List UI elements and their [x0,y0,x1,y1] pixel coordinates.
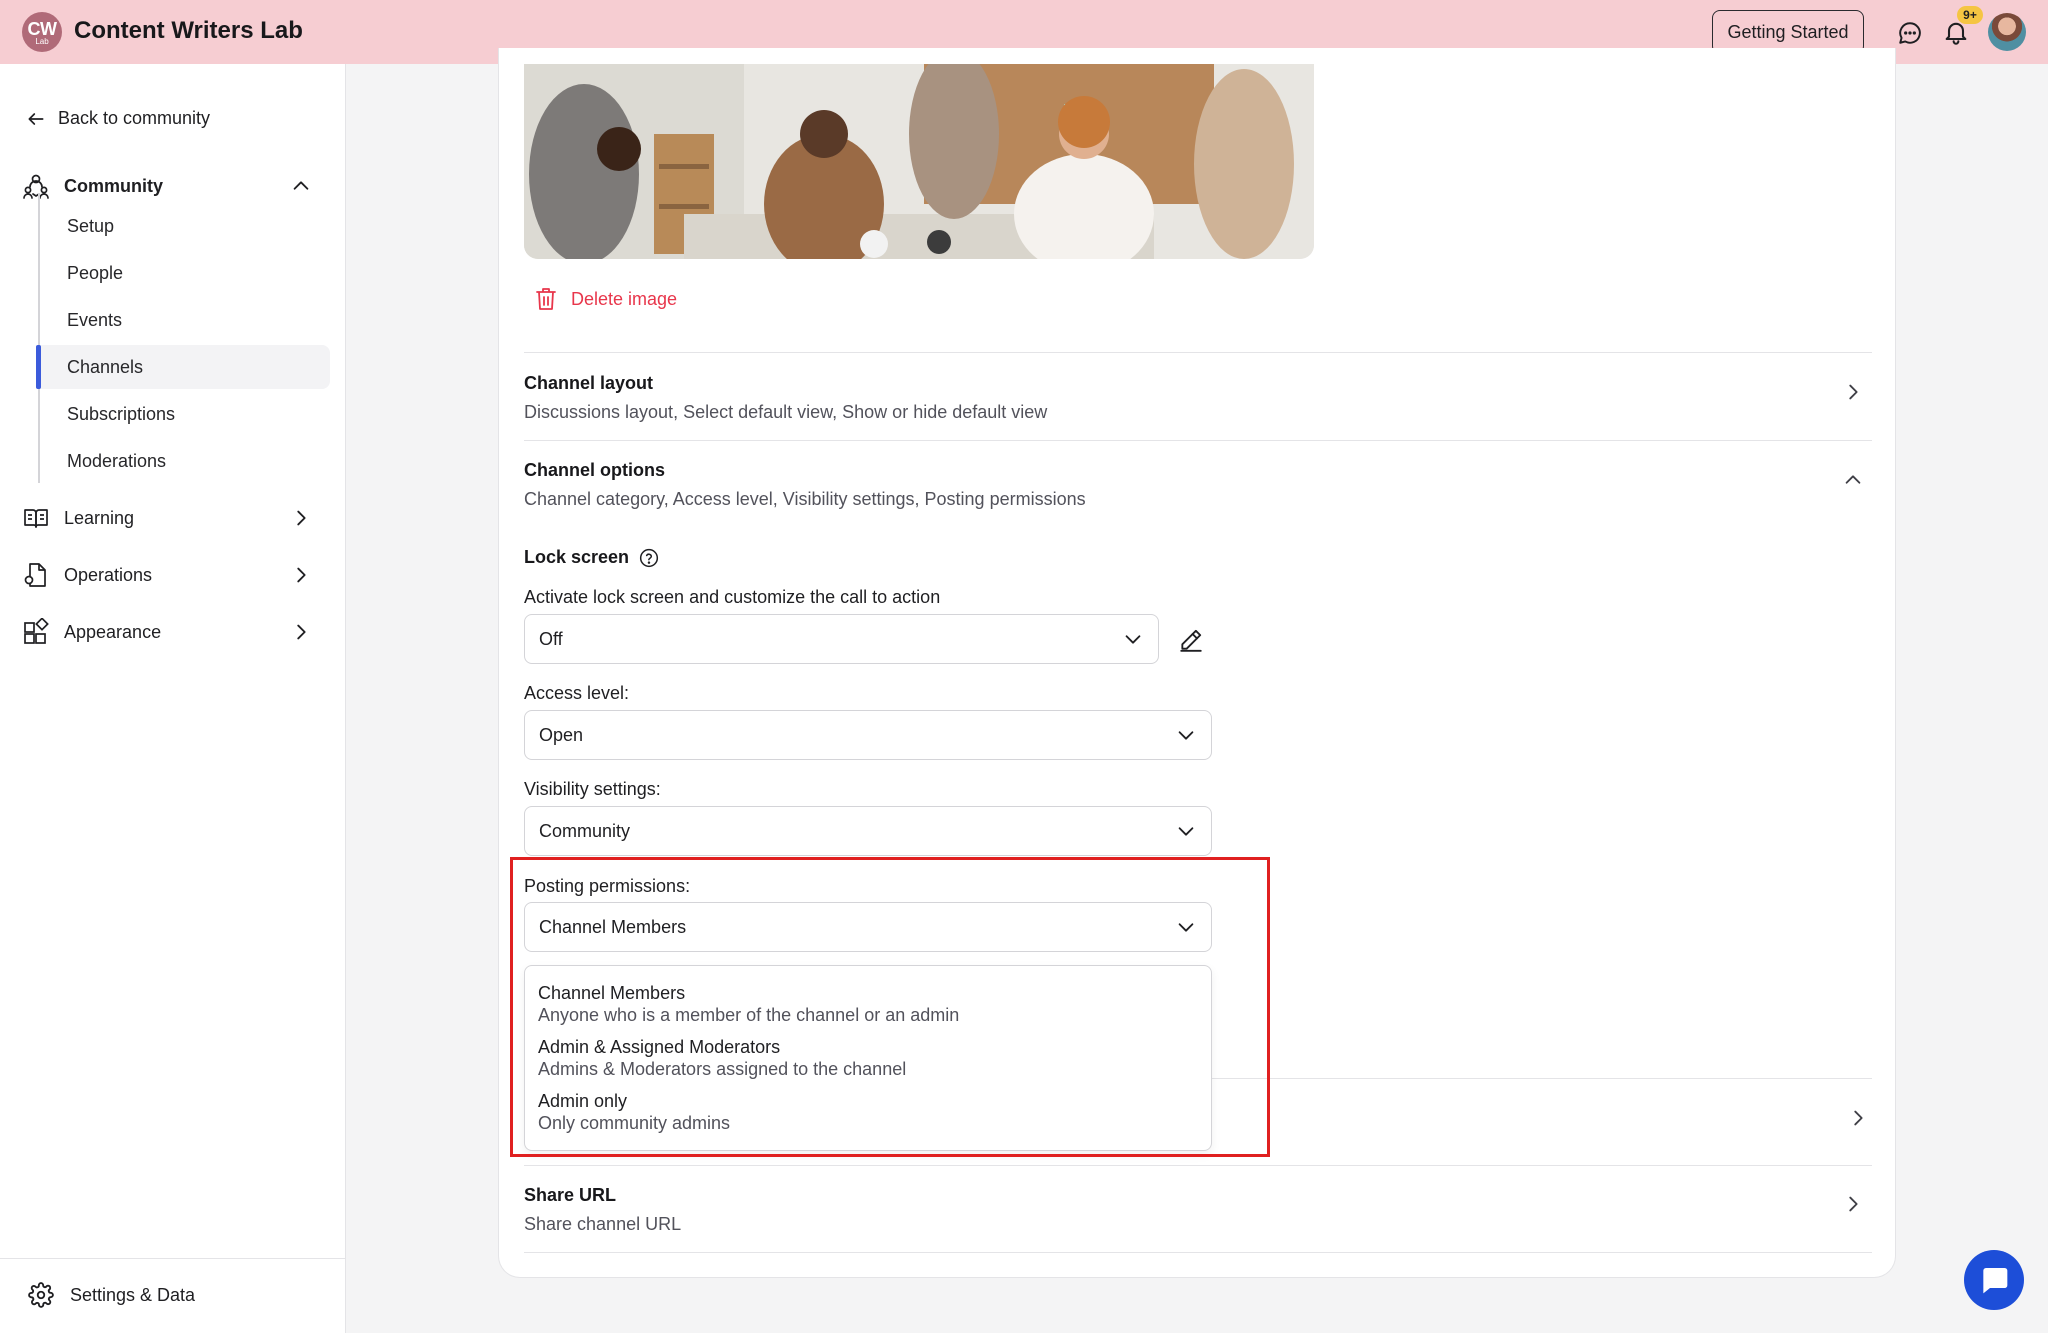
highlight-box [510,857,1270,1157]
settings-and-data-link[interactable]: Settings & Data [28,1282,195,1308]
sidebar-item-setup[interactable]: Setup [40,204,330,248]
arrow-left-icon [28,112,44,125]
section-divider [524,1252,1872,1253]
sidebar-item-operations-label: Operations [64,564,153,585]
delete-image-label: Delete image [571,288,678,309]
sidebar-item-learning[interactable]: Learning [22,500,322,536]
back-to-community-link[interactable]: Back to community [26,108,210,129]
share-url-description: Share channel URL [524,1214,682,1234]
lock-screen-select[interactable]: Off [524,614,1159,664]
grid-shapes-icon [24,618,49,644]
visibility-settings-select[interactable]: Community [524,806,1212,856]
app-logo[interactable]: CW Lab [22,12,62,52]
pencil-icon[interactable] [1178,627,1204,653]
sidebar: Back to community Community Setup People… [0,64,346,1333]
lock-screen-title: Lock screen [524,547,630,567]
share-url-title: Share URL [524,1185,617,1205]
chevron-right-icon[interactable] [290,564,312,586]
section-divider [524,352,1872,353]
chat-bubble-icon [1983,1268,2008,1294]
chevron-up-icon[interactable] [290,175,312,197]
channel-layout-section[interactable]: Channel layout Discussions layout, Selec… [524,373,1872,423]
user-avatar[interactable] [1988,13,2026,51]
sidebar-item-learning-label: Learning [64,507,135,528]
app-title[interactable]: Content Writers Lab [74,17,303,45]
document-gear-icon [24,563,46,587]
access-level-select[interactable]: Open [524,710,1212,760]
sidebar-item-appearance-label: Appearance [64,621,162,642]
chevron-down-icon [1125,635,1141,644]
access-level-label: Access level: [524,683,630,703]
lock-screen-heading: Lock screen [524,547,659,568]
back-link-label: Back to community [58,108,211,128]
settings-and-data-label: Settings & Data [70,1284,196,1305]
sidebar-item-operations[interactable]: Operations [22,557,322,593]
share-url-section[interactable]: Share URL Share channel URL [524,1185,1872,1235]
team-meeting-photo [524,64,1314,259]
channel-options-description: Channel category, Access level, Visibili… [524,489,1086,509]
sidebar-item-channels[interactable]: Channels [36,345,330,389]
help-circle-icon[interactable] [639,548,659,568]
sidebar-divider [0,1258,346,1259]
lock-screen-label: Activate lock screen and customize the c… [524,587,941,607]
chevron-right-icon [1849,384,1858,400]
chevron-up-icon [1845,475,1861,484]
sidebar-item-community-label: Community [64,175,163,196]
chevron-right-icon[interactable] [1847,1107,1869,1129]
visibility-settings-value: Community [539,820,631,841]
notification-badge: 9+ [1957,6,1983,24]
channel-cover-image [524,64,1314,259]
chevron-right-icon[interactable] [290,507,312,529]
channel-options-section[interactable]: Channel options Channel category, Access… [524,460,1872,510]
sidebar-item-subscriptions[interactable]: Subscriptions [40,392,330,436]
chevron-right-icon[interactable] [290,621,312,643]
section-divider [524,440,1872,441]
sidebar-item-events[interactable]: Events [40,298,330,342]
channel-layout-description: Discussions layout, Select default view,… [524,402,1048,422]
channel-layout-title: Channel layout [524,373,654,393]
lock-screen-value: Off [539,628,563,649]
channel-options-title: Channel options [524,460,665,480]
access-level-value: Open [539,724,584,745]
support-chat-button[interactable] [1964,1250,2024,1310]
sidebar-item-community[interactable]: Community [22,168,322,204]
delete-image-button[interactable]: Delete image [535,287,677,311]
chevron-right-icon [1849,1196,1858,1212]
sidebar-item-people[interactable]: People [40,251,330,295]
chevron-down-icon [1178,731,1194,740]
book-icon [24,509,48,528]
chat-icon[interactable] [1897,20,1923,46]
sidebar-item-moderations[interactable]: Moderations [40,439,330,483]
chevron-down-icon [1178,827,1194,836]
trash-icon [536,288,556,310]
community-icon [23,174,49,199]
visibility-settings-label: Visibility settings: [524,779,661,799]
sidebar-item-appearance[interactable]: Appearance [22,614,322,650]
section-divider [524,1165,1872,1166]
gear-icon [28,1282,54,1308]
